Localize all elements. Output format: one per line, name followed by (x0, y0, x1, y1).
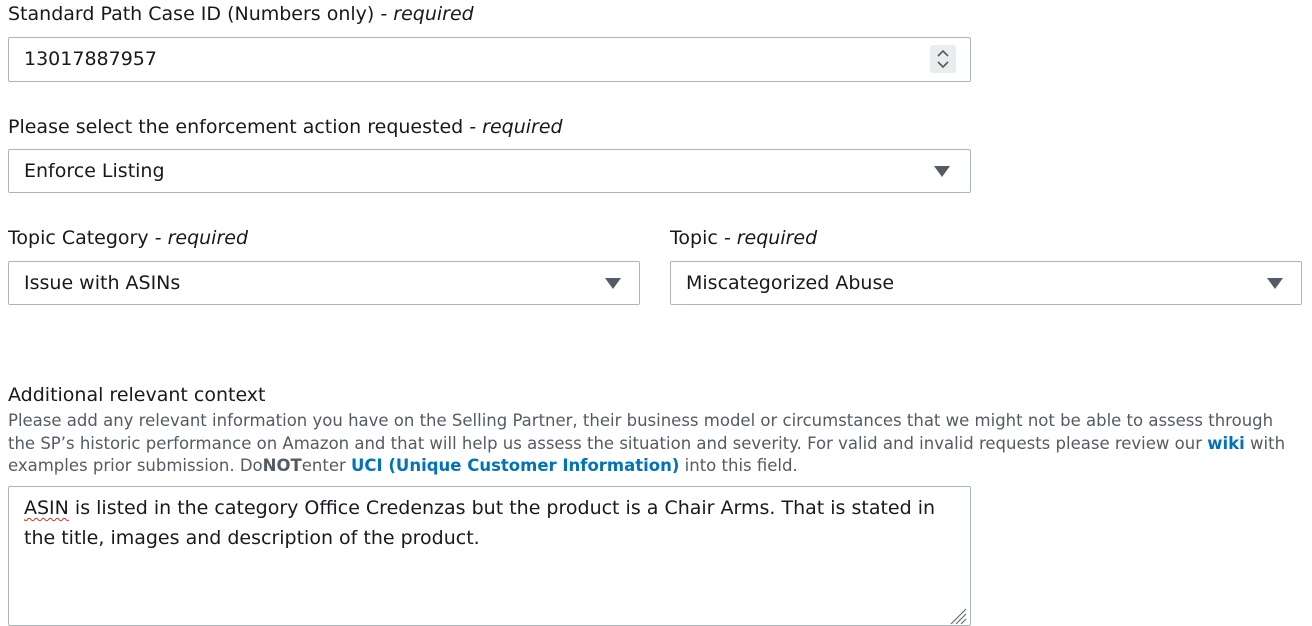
resize-grip-icon[interactable] (947, 605, 967, 625)
topic-label: Topic - required (670, 226, 817, 250)
context-textarea-value: ASIN is listed in the category Office Cr… (24, 493, 952, 553)
enforcement-label-text: Please select the enforcement action req… (8, 116, 464, 138)
context-description-part4: into this field. (684, 456, 798, 475)
caret-down-icon (1267, 278, 1283, 289)
case-id-label: Standard Path Case ID (Numbers only) - r… (8, 2, 474, 26)
enforcement-selected: Enforce Listing (24, 160, 165, 182)
caret-down-icon (605, 278, 621, 289)
context-text-rest: is listed in the category Office Credenz… (24, 497, 936, 549)
uci-link[interactable]: UCI (Unique Customer Information) (351, 456, 679, 475)
topic-category-select[interactable]: Issue with ASINs (8, 261, 640, 305)
topic-selected: Miscategorized Abuse (686, 272, 895, 294)
caret-down-icon (934, 166, 950, 177)
topic-category-required: - required (154, 227, 249, 249)
misspelled-word: ASIN (24, 497, 69, 519)
enforcement-label: Please select the enforcement action req… (8, 115, 563, 139)
topic-required: - required (723, 227, 818, 249)
context-description: Please add any relevant information you … (8, 410, 1298, 478)
case-id-input[interactable]: 13017887957 (8, 37, 971, 82)
enforcement-select[interactable]: Enforce Listing (8, 149, 971, 193)
context-label: Additional relevant context (8, 384, 266, 406)
context-textarea[interactable]: ASIN is listed in the category Office Cr… (8, 486, 971, 626)
case-id-label-text: Standard Path Case ID (Numbers only) (8, 3, 375, 25)
context-description-part3: enter (301, 456, 346, 475)
topic-category-label: Topic Category - required (8, 226, 248, 250)
not-emphasis: NOT (262, 456, 302, 475)
topic-select[interactable]: Miscategorized Abuse (670, 261, 1302, 305)
context-description-part1: Please add any relevant information you … (8, 411, 1274, 453)
wiki-link[interactable]: wiki (1207, 434, 1245, 453)
topic-label-text: Topic (670, 227, 718, 249)
topic-category-selected: Issue with ASINs (24, 272, 181, 294)
enforcement-required: - required (469, 116, 563, 138)
case-id-required: - required (380, 3, 474, 25)
up-down-spinner-icon[interactable] (930, 45, 956, 73)
topic-category-label-text: Topic Category (8, 227, 149, 249)
case-id-value: 13017887957 (24, 48, 157, 70)
